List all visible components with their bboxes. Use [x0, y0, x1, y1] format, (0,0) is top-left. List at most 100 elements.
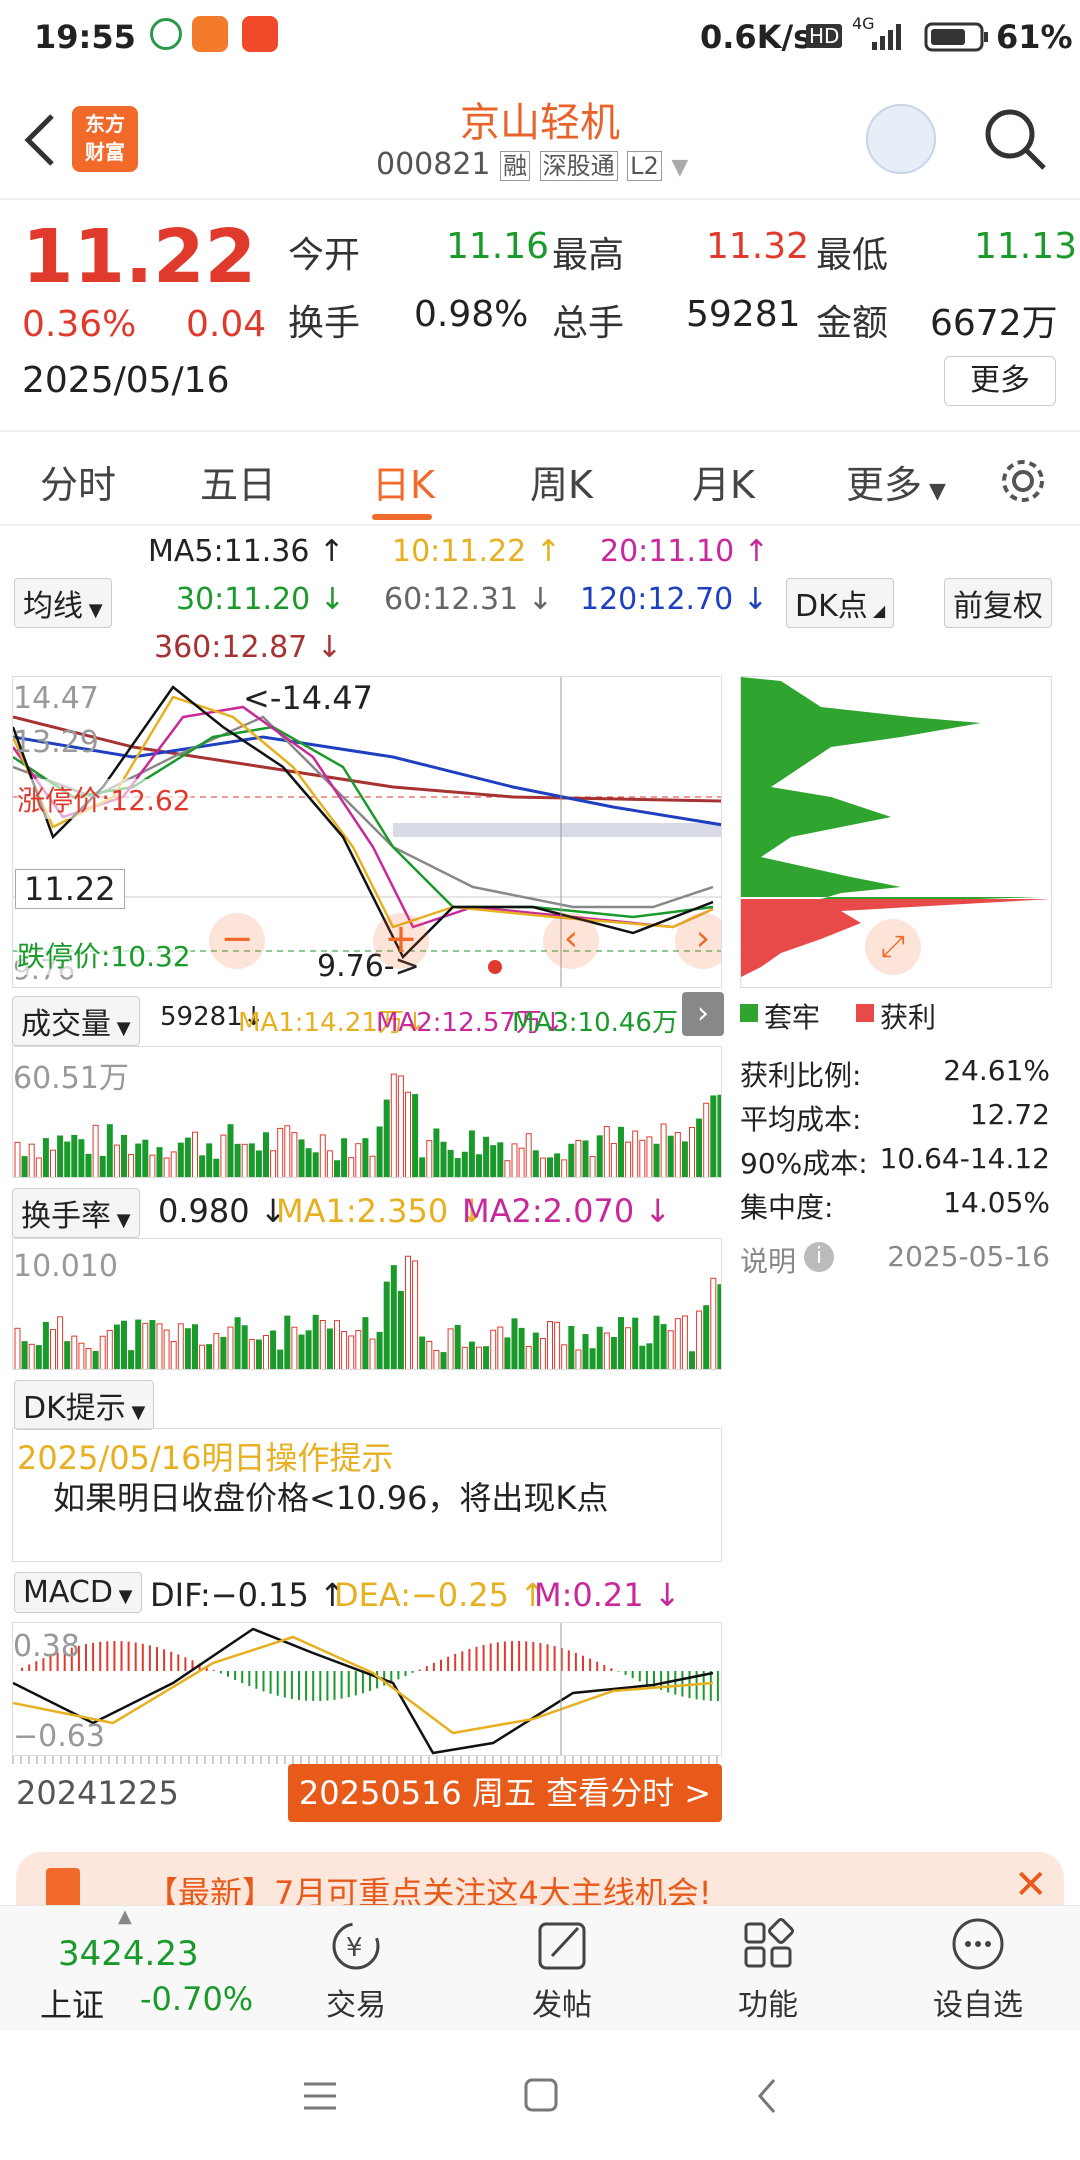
open-label: 今开 — [288, 235, 361, 276]
expand-icon[interactable]: ⤢ — [865, 919, 921, 975]
quote-panel: 11.22 0.36% 0.04 2025/05/16 今开 11.16 最高 … — [0, 200, 1080, 430]
volume-bar — [78, 1342, 85, 1369]
volume-bar — [369, 1155, 376, 1177]
status-time: 19:55 — [34, 18, 136, 56]
volume-bar — [603, 1332, 610, 1369]
chip-note-label[interactable]: 说明 — [740, 1240, 796, 1280]
chevron-right-icon[interactable]: › — [682, 992, 724, 1036]
volume-bar — [447, 1149, 454, 1177]
info-icon[interactable]: i — [804, 1242, 834, 1272]
volume-bar — [213, 1333, 220, 1369]
ma-select[interactable]: 均线 ▼ — [14, 578, 112, 628]
volume-bar — [348, 1157, 355, 1177]
volume-bar — [106, 1329, 113, 1369]
megaphone-icon — [46, 1868, 80, 1908]
volume-bar — [355, 1143, 362, 1177]
dk-hint-select[interactable]: DK提示 ▼ — [14, 1380, 155, 1430]
avg-cost-value: 12.72 — [969, 1098, 1050, 1131]
search-icon[interactable] — [982, 106, 1048, 172]
tab-five-day[interactable]: 五日 — [200, 454, 276, 509]
volume-bar — [21, 1341, 28, 1369]
volume-bar — [135, 1143, 142, 1177]
nav-trade[interactable]: ¥ 交易 — [296, 1916, 416, 2024]
index-change[interactable]: -0.70% — [140, 1980, 253, 2018]
adjust-select[interactable]: 前复权 — [944, 578, 1052, 628]
volume-bar — [298, 1139, 305, 1177]
volume-bar — [99, 1155, 106, 1177]
volume-bar — [717, 1094, 721, 1177]
tab-weekly-k[interactable]: 周K — [530, 454, 593, 509]
volume-bar — [57, 1316, 64, 1369]
kline-chart[interactable]: 14.47 13.29 9.76 <-14.47 9.76-> 涨停价:12.6… — [12, 676, 722, 988]
volume-bar — [334, 1160, 340, 1177]
volume-bar — [248, 1143, 255, 1177]
cost90-value: 10.64-14.12 — [879, 1142, 1050, 1175]
volume-bar — [433, 1128, 440, 1177]
volume-bar — [28, 1343, 35, 1369]
volume-bar — [263, 1132, 269, 1177]
back-nav-icon[interactable] — [752, 2074, 782, 2118]
avg-cost-label: 平均成本: — [740, 1103, 862, 1136]
index-value[interactable]: 3424.23 — [58, 1934, 199, 1974]
scroll-left-button[interactable]: ‹ — [543, 913, 599, 969]
tab-daily-k[interactable]: 日K — [372, 454, 435, 509]
volume-bar — [319, 1134, 326, 1177]
volume-bar — [341, 1138, 348, 1177]
volume-bar — [674, 1131, 681, 1177]
volume-bar — [618, 1317, 624, 1369]
volume-bar — [78, 1139, 85, 1177]
volume-bar — [241, 1325, 248, 1369]
menu-icon[interactable] — [300, 2078, 340, 2114]
index-name[interactable]: 上证 — [40, 1980, 104, 2026]
zoom-out-button[interactable]: − — [209, 913, 265, 969]
tab-more[interactable]: 更多 ▼ — [846, 454, 946, 509]
volume-bar — [681, 1141, 688, 1177]
chevron-down-icon[interactable]: ▼ — [671, 155, 688, 180]
volume-bar — [696, 1118, 703, 1177]
low-value: 11.13 — [974, 226, 1078, 267]
volume-bar — [653, 1143, 660, 1177]
close-icon[interactable]: ✕ — [1014, 1862, 1048, 1908]
volume-bar — [199, 1155, 206, 1177]
chip-stats: 套牢 获利 获利比例: 24.61% 平均成本: 12.72 90%成本: 10… — [740, 996, 1060, 1296]
volume-bar — [390, 1073, 397, 1177]
turnover-select[interactable]: 换手率 ▼ — [12, 1188, 140, 1238]
volume-bar — [397, 1075, 404, 1177]
volume-bar — [270, 1150, 277, 1177]
nav-functions[interactable]: 功能 — [708, 1916, 828, 2024]
scroll-right-button[interactable]: › — [675, 913, 721, 969]
gear-icon[interactable] — [998, 456, 1048, 506]
robot-assistant-icon[interactable] — [866, 104, 936, 174]
tab-monthly-k[interactable]: 月K — [692, 454, 755, 509]
volume-bar — [419, 1336, 426, 1369]
zoom-in-button[interactable]: + — [373, 913, 429, 969]
volume-select[interactable]: 成交量 ▼ — [12, 996, 140, 1046]
trade-icon: ¥ — [332, 1922, 380, 1970]
volume-bar — [277, 1127, 284, 1177]
volume-bar — [192, 1131, 198, 1177]
volume-bar — [632, 1317, 639, 1369]
active-tab-indicator — [372, 514, 432, 520]
volume-bar — [255, 1150, 262, 1177]
volume-bar — [220, 1134, 227, 1177]
chip-distribution: ⤢ — [740, 676, 1052, 988]
battery-level: 61% — [996, 18, 1073, 56]
change-percent: 0.36% — [22, 304, 137, 345]
volume-bar — [50, 1328, 56, 1369]
macd-select[interactable]: MACD ▼ — [14, 1572, 142, 1613]
news-banner[interactable]: 【最新】7月可重点关注这4大主线机会! ✕ — [16, 1852, 1064, 1908]
view-intraday-button[interactable]: 20250516 周五 查看分时 > — [288, 1764, 722, 1822]
volume-bar — [703, 1305, 710, 1369]
volume-bar — [156, 1323, 163, 1369]
more-button[interactable]: 更多 — [944, 356, 1056, 406]
turnover-bars — [14, 1255, 721, 1369]
home-icon[interactable] — [522, 2076, 562, 2116]
time-scroller[interactable] — [12, 1756, 722, 1764]
nav-watchlist[interactable]: 设自选 — [918, 1916, 1038, 2024]
dk-point-select[interactable]: DK点 ◢ — [786, 578, 895, 628]
volume-bar — [248, 1338, 255, 1369]
volume-bar — [653, 1315, 660, 1369]
tab-intraday[interactable]: 分时 — [40, 454, 116, 509]
volume-bar — [554, 1321, 561, 1369]
nav-post[interactable]: 发帖 — [502, 1916, 622, 2024]
